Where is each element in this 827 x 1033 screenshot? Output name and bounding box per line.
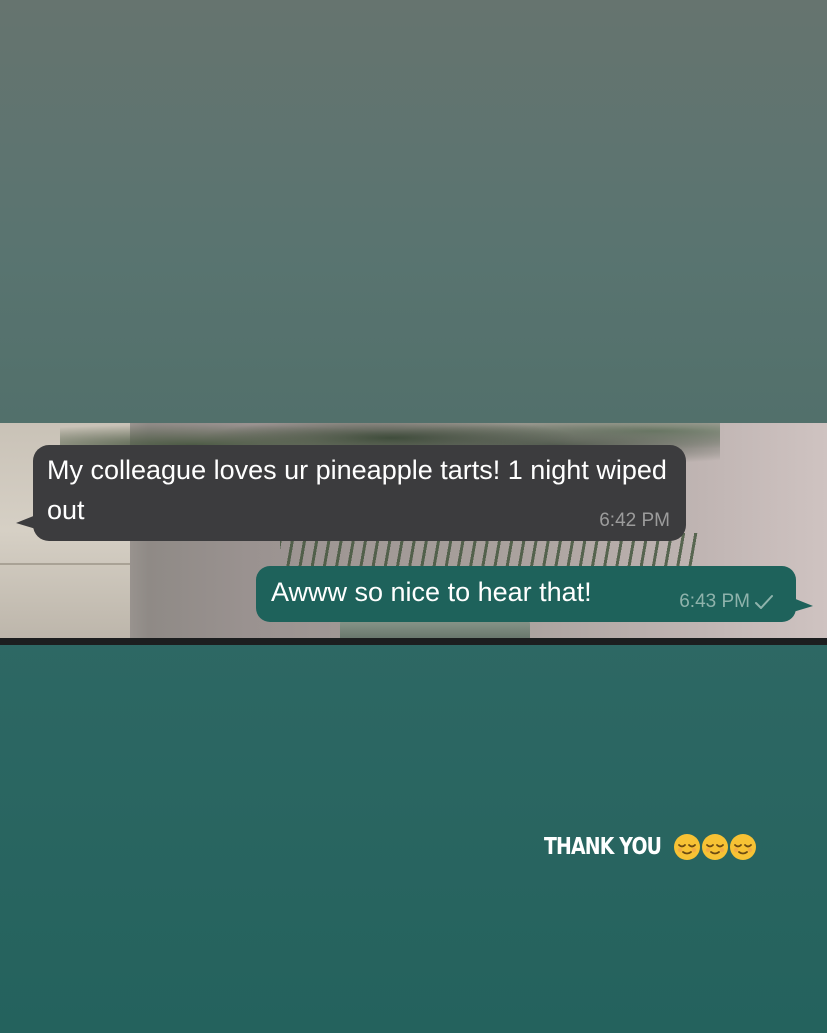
bubble-tail [793, 598, 813, 612]
outgoing-message-meta: 6:43 PM [679, 591, 774, 613]
story-caption[interactable]: THANK YOU [544, 830, 757, 864]
screenshot-bottom-bar [0, 638, 827, 645]
outgoing-message-time: 6:43 PM [679, 591, 750, 612]
outgoing-message-text: Awww so nice to hear that! [271, 577, 592, 607]
outgoing-message-bubble[interactable]: Awww so nice to hear that! 6:43 PM [256, 566, 813, 622]
relieved-face-icon [673, 834, 700, 860]
story-background-top [0, 0, 827, 423]
incoming-message-time: 6:42 PM [599, 510, 670, 531]
bubble-tail [16, 515, 36, 529]
relieved-face-icon [729, 834, 756, 860]
single-check-icon [755, 595, 773, 609]
emoji-row [673, 833, 757, 861]
incoming-message-bubble[interactable]: My colleague loves ur pineapple tarts! 1… [16, 445, 686, 541]
relieved-face-icon [701, 834, 728, 860]
incoming-message-text: My colleague loves ur pineapple tarts! 1… [47, 455, 667, 525]
caption-text: THANK YOU [544, 834, 662, 860]
